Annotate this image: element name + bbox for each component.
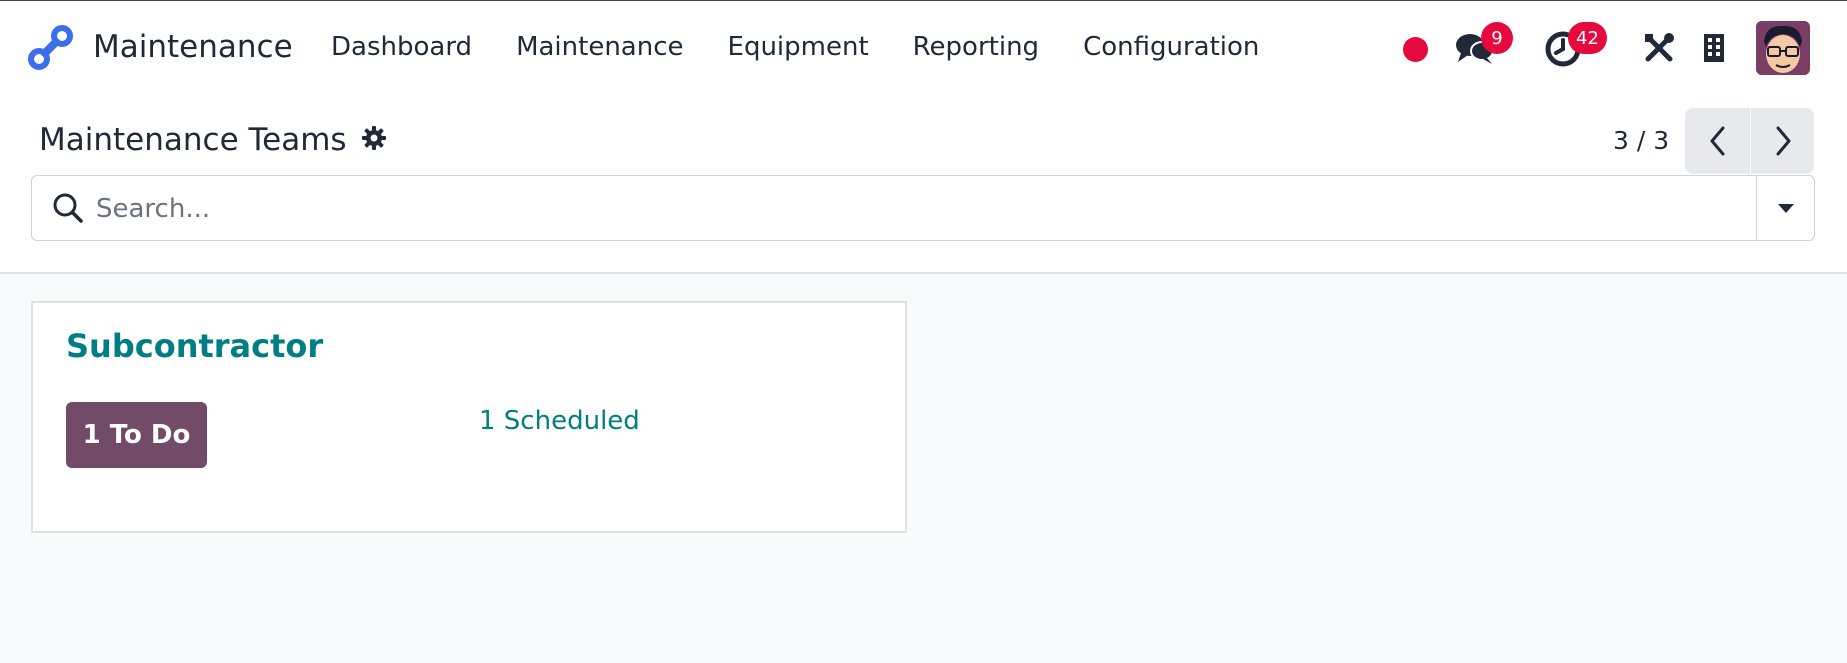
page-title: Maintenance Teams bbox=[39, 122, 347, 158]
building-icon bbox=[1704, 34, 1724, 62]
pager-value[interactable]: 3 / 3 bbox=[1613, 126, 1669, 155]
breadcrumb: Maintenance Teams bbox=[39, 122, 387, 158]
todo-button[interactable]: 1 To Do bbox=[66, 402, 207, 468]
control-panel: Maintenance Teams 3 / 3 bbox=[0, 96, 1847, 274]
search-input[interactable] bbox=[96, 188, 1776, 230]
search-options-toggle[interactable] bbox=[1756, 176, 1814, 240]
app-name[interactable]: Maintenance bbox=[93, 29, 293, 65]
avatar-icon bbox=[1756, 21, 1810, 75]
top-navbar: Maintenance Dashboard Maintenance Equipm… bbox=[0, 0, 1847, 96]
scheduled-link[interactable]: 1 Scheduled bbox=[479, 406, 640, 436]
menu-maintenance[interactable]: Maintenance bbox=[516, 32, 683, 62]
chevron-right-icon bbox=[1776, 126, 1790, 156]
menu-equipment[interactable]: Equipment bbox=[728, 32, 869, 62]
recording-indicator-icon[interactable] bbox=[1403, 37, 1428, 62]
team-card[interactable]: Subcontractor 1 To Do 1 Scheduled bbox=[31, 301, 907, 533]
tools-icon bbox=[1645, 33, 1674, 62]
chevron-left-icon bbox=[1710, 126, 1724, 156]
search-bar bbox=[31, 175, 1815, 241]
menu-dashboard[interactable]: Dashboard bbox=[331, 32, 472, 62]
company-switcher-button[interactable] bbox=[1703, 33, 1725, 67]
messages-count-badge: 9 bbox=[1481, 22, 1513, 54]
debug-tools-button[interactable] bbox=[1643, 32, 1675, 68]
search-icon bbox=[52, 192, 84, 228]
pager-previous-button[interactable] bbox=[1685, 108, 1750, 174]
caret-down-icon bbox=[1777, 204, 1794, 213]
activities-count-badge: 42 bbox=[1568, 22, 1607, 54]
pager-next-button[interactable] bbox=[1750, 108, 1814, 174]
team-name[interactable]: Subcontractor bbox=[66, 327, 323, 365]
gear-icon[interactable] bbox=[361, 125, 387, 155]
app-logo-icon[interactable] bbox=[28, 25, 74, 71]
menu-configuration[interactable]: Configuration bbox=[1083, 32, 1259, 62]
main-menu: Dashboard Maintenance Equipment Reportin… bbox=[331, 32, 1259, 62]
menu-reporting[interactable]: Reporting bbox=[913, 32, 1039, 62]
user-avatar[interactable] bbox=[1756, 21, 1810, 75]
pager-buttons bbox=[1685, 108, 1814, 174]
